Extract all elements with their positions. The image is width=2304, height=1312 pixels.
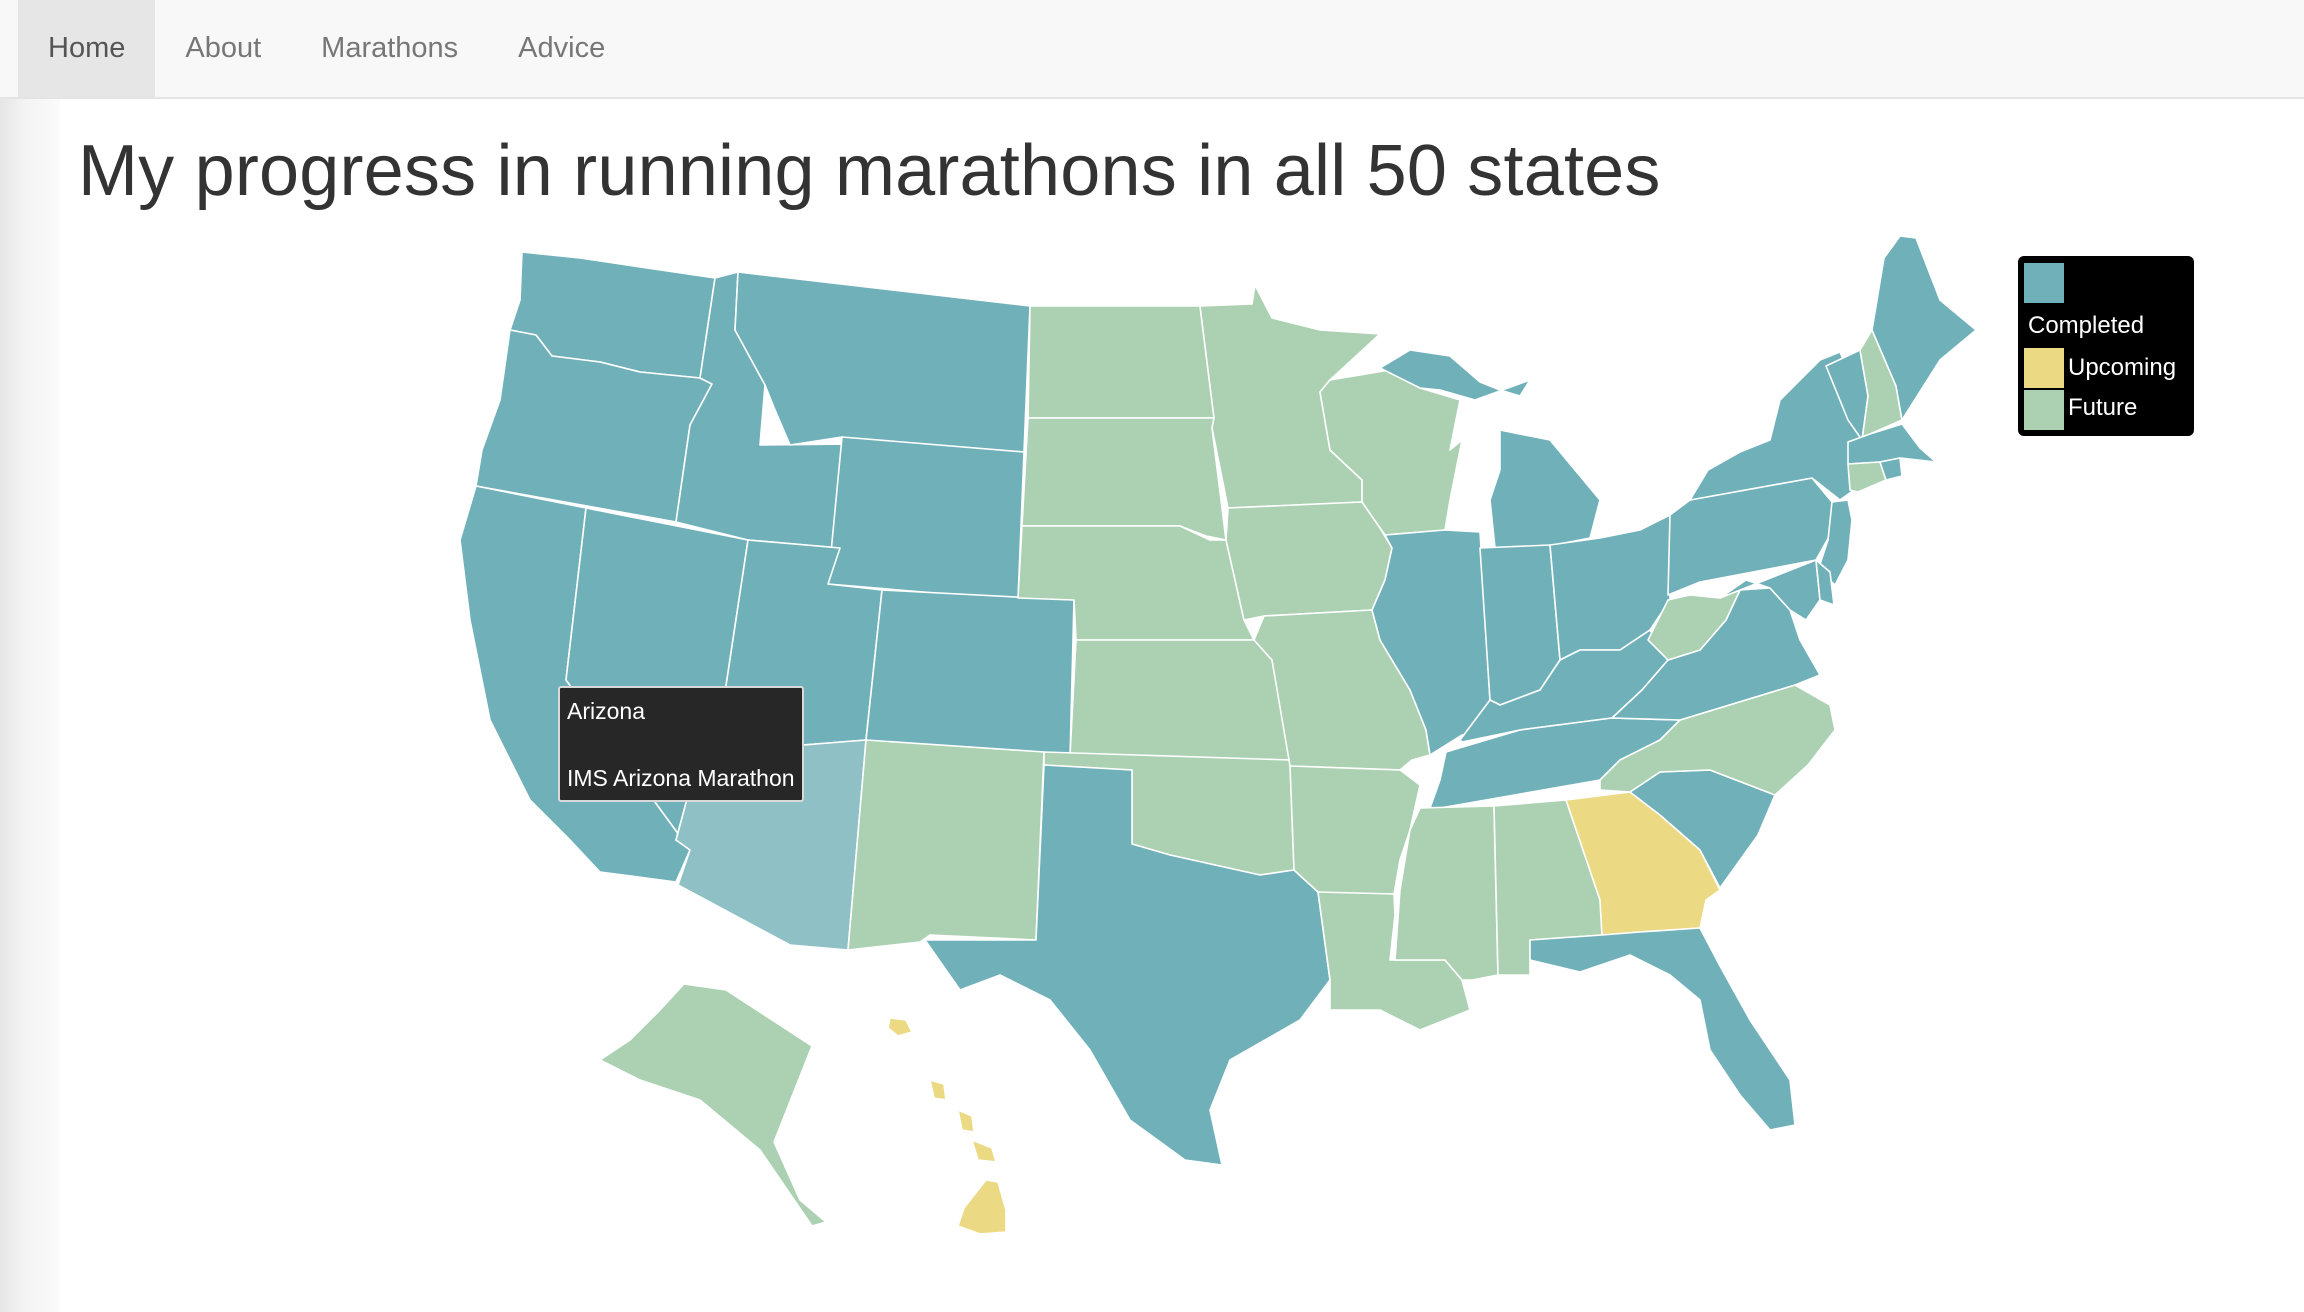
state-iowa[interactable] xyxy=(1225,501,1393,621)
state-wyoming[interactable] xyxy=(827,436,1025,601)
state-south-dakota[interactable] xyxy=(1021,417,1227,541)
state-alaska[interactable] xyxy=(599,983,827,1227)
legend-label-future: Future xyxy=(2068,394,2138,421)
map-legend: Completed Upcoming Future xyxy=(2018,256,2194,436)
state-mississippi[interactable] xyxy=(1394,805,1499,981)
legend-label-upcoming: Upcoming xyxy=(2068,354,2177,381)
state-connecticut[interactable] xyxy=(1847,461,1887,493)
state-tooltip: Arizona IMS Arizona Marathon xyxy=(558,686,804,802)
legend-swatch-future xyxy=(2024,390,2064,430)
tooltip-state-name: Arizona xyxy=(567,698,645,724)
legend-swatch-upcoming xyxy=(2024,348,2064,388)
tooltip-marathon-name: IMS Arizona Marathon xyxy=(567,765,795,791)
state-montana[interactable] xyxy=(734,271,1031,453)
legend-swatch-completed xyxy=(2024,263,2064,303)
state-kansas[interactable] xyxy=(1069,639,1291,761)
state-colorado[interactable] xyxy=(865,589,1075,759)
state-new-mexico[interactable] xyxy=(847,739,1045,951)
us-states-map xyxy=(459,235,1977,1235)
state-arkansas[interactable] xyxy=(1289,765,1421,895)
legend-label-completed: Completed xyxy=(2028,312,2145,339)
state-hawaii[interactable] xyxy=(887,1017,1007,1235)
state-north-dakota[interactable] xyxy=(1027,305,1215,419)
state-florida[interactable] xyxy=(1529,927,1796,1131)
